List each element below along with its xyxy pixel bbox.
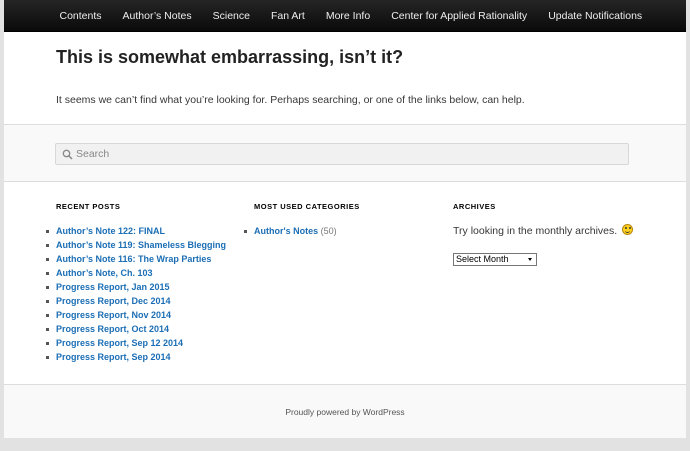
nav-item-fan-art[interactable]: Fan Art bbox=[260, 0, 315, 32]
nav-item-update-notifications[interactable]: Update Notifications bbox=[538, 0, 653, 32]
list-item: Progress Report, Sep 12 2014 bbox=[45, 336, 226, 350]
list-item: Progress Report, Jan 2015 bbox=[45, 280, 226, 294]
recent-post-link[interactable]: Author’s Note 122: FINAL bbox=[56, 226, 165, 236]
recent-post-link[interactable]: Author’s Note 116: The Wrap Parties bbox=[56, 254, 211, 264]
list-item: Progress Report, Dec 2014 bbox=[45, 294, 226, 308]
nav-item-more-info[interactable]: More Info bbox=[315, 0, 380, 32]
categories-heading: MOST USED CATEGORIES bbox=[254, 202, 360, 211]
list-item: Author's Notes (50) bbox=[244, 224, 360, 238]
recent-posts-widget: RECENT POSTS Author’s Note 122: FINAL Au… bbox=[45, 202, 226, 364]
search-placeholder: Search bbox=[76, 148, 110, 160]
category-count: (50) bbox=[320, 226, 337, 236]
search-input[interactable]: Search bbox=[55, 143, 629, 165]
recent-post-link[interactable]: Author’s Note 119: Shameless Blegging bbox=[56, 240, 226, 250]
list-item: Author’s Note 122: FINAL bbox=[45, 224, 226, 238]
recent-posts-heading: RECENT POSTS bbox=[56, 202, 121, 211]
archives-heading: ARCHIVES bbox=[453, 202, 496, 211]
recent-post-link[interactable]: Progress Report, Sep 2014 bbox=[56, 352, 171, 362]
recent-post-link[interactable]: Author’s Note, Ch. 103 bbox=[56, 268, 153, 278]
recent-post-link[interactable]: Progress Report, Dec 2014 bbox=[56, 296, 171, 306]
recent-post-link[interactable]: Progress Report, Jan 2015 bbox=[56, 282, 170, 292]
page: Contents Author’s Notes Science Fan Art … bbox=[4, 0, 686, 438]
nav-item-science[interactable]: Science bbox=[202, 0, 260, 32]
list-item: Progress Report, Oct 2014 bbox=[45, 322, 226, 336]
archives-text-label: Try looking in the monthly archives. bbox=[453, 225, 618, 237]
site-footer: Proudly powered by WordPress bbox=[4, 384, 686, 438]
list-item: Author’s Note 116: The Wrap Parties bbox=[45, 252, 226, 266]
chevron-down-icon bbox=[528, 258, 532, 261]
list-item: Author’s Note 119: Shameless Blegging bbox=[45, 238, 226, 252]
nav-item-contents[interactable]: Contents bbox=[49, 0, 112, 32]
page-title: This is somewhat embarrassing, isn’t it? bbox=[56, 47, 404, 67]
search-section: Search bbox=[4, 124, 686, 182]
list-item: Progress Report, Sep 2014 bbox=[45, 350, 226, 364]
month-select-value: Select Month bbox=[456, 254, 509, 264]
recent-post-link[interactable]: Progress Report, Nov 2014 bbox=[56, 310, 171, 320]
intro-text: It seems we can’t find what you’re looki… bbox=[56, 94, 525, 106]
search-icon bbox=[62, 149, 73, 160]
categories-widget: MOST USED CATEGORIES Author's Notes (50) bbox=[244, 202, 360, 238]
recent-post-link[interactable]: Progress Report, Oct 2014 bbox=[56, 324, 169, 334]
smiley-icon bbox=[622, 224, 634, 235]
archives-widget: ARCHIVES Try looking in the monthly arch… bbox=[453, 202, 634, 266]
list-item: Progress Report, Nov 2014 bbox=[45, 308, 226, 322]
footer-credit-link[interactable]: Proudly powered by WordPress bbox=[4, 407, 686, 417]
nav-item-cfar[interactable]: Center for Applied Rationality bbox=[381, 0, 538, 32]
main-navigation: Contents Author’s Notes Science Fan Art … bbox=[4, 0, 686, 32]
archives-month-select[interactable]: Select Month bbox=[453, 253, 537, 266]
archives-text: Try looking in the monthly archives. bbox=[453, 224, 634, 237]
category-link[interactable]: Author's Notes bbox=[254, 226, 318, 236]
nav-item-authors-notes[interactable]: Author’s Notes bbox=[112, 0, 202, 32]
recent-post-link[interactable]: Progress Report, Sep 12 2014 bbox=[56, 338, 183, 348]
list-item: Author’s Note, Ch. 103 bbox=[45, 266, 226, 280]
